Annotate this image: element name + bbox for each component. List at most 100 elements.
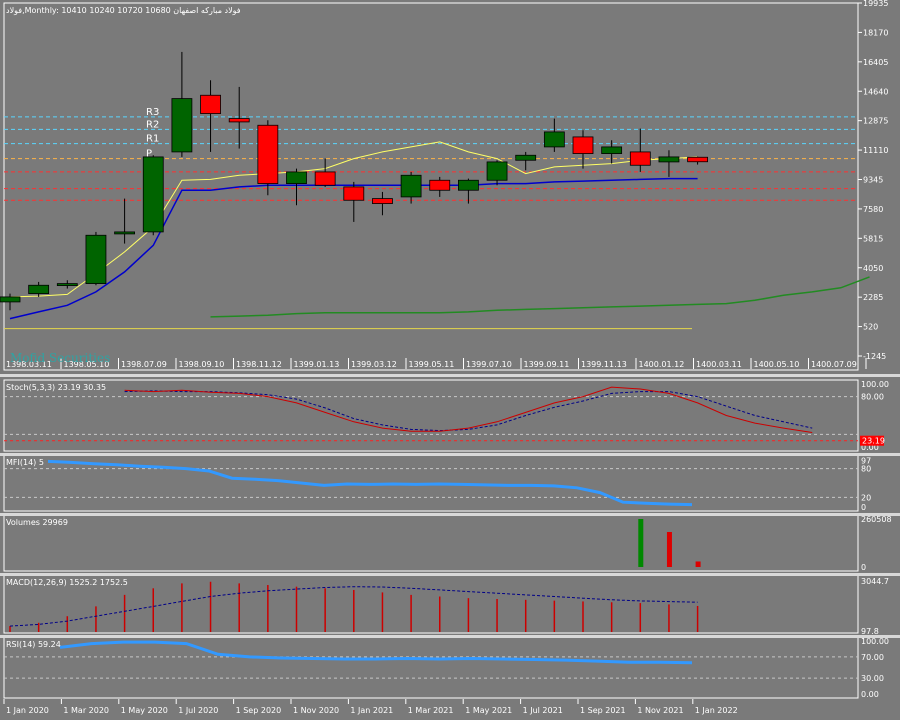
pane-vol	[3, 514, 859, 572]
y-tick-label: 2285	[863, 293, 883, 302]
bear-candle	[372, 198, 393, 204]
bull-candle	[114, 231, 135, 235]
chart-header: فولاد,Monthly: 10410 10240 10720 10680 ف…	[6, 6, 241, 15]
y-tick-label: 100.00	[861, 380, 889, 389]
y-tick-label: 4050	[863, 264, 883, 273]
volume-bar	[695, 561, 701, 567]
bottom-x-axis: 1 Jan 2020 1 Mar 2020 1 May 2020 1 Jul 2020…	[3, 699, 738, 715]
bear-candle	[200, 94, 221, 114]
bull-candle	[658, 156, 680, 163]
y-tick-label: 520	[863, 323, 878, 332]
bull-candle	[142, 156, 164, 233]
bear-candle	[429, 179, 451, 191]
y-tick-label: 20	[861, 493, 871, 502]
y-tick-label: 14640	[863, 87, 888, 96]
bull-candle	[0, 296, 21, 303]
y-tick-label: 9345	[863, 176, 883, 185]
y-tick-label: 260508	[861, 515, 892, 524]
pane-separator	[0, 453, 900, 456]
x-tick-label-bottom: 1 Jan 2021	[350, 706, 393, 715]
x-tick-label-top: 1399.03.12	[351, 360, 397, 369]
y-tick-label: 5815	[863, 234, 883, 243]
y-tick-label: 7580	[863, 205, 883, 214]
y-tick-label: 97.8	[861, 627, 879, 636]
x-tick-label-top: 1400.03.11	[696, 360, 742, 369]
mfi-title: MFI(14) 5	[6, 458, 44, 467]
x-tick-label-bottom: 1 Nov 2021	[637, 706, 683, 715]
bull-candle	[28, 284, 50, 294]
y-tick-label: 100.00	[861, 637, 889, 646]
pane-separator	[0, 635, 900, 638]
x-tick-label-bottom: 1 Jan 2022	[695, 706, 738, 715]
bull-candle	[56, 283, 78, 286]
x-tick-label-bottom: 1 Mar 2020	[63, 706, 109, 715]
bear-candle	[314, 171, 336, 186]
x-tick-label-top: 1400.07.09	[811, 360, 857, 369]
pivot-label-r3: R3	[146, 107, 159, 118]
x-tick-label-bottom: 1 Sep 2020	[236, 706, 282, 715]
y-tick-label: 11110	[863, 146, 888, 155]
y-tick-label: 70.00	[861, 653, 884, 662]
y-tick-label: 0	[861, 503, 866, 512]
x-tick-label-top: 1398.09.10	[179, 360, 225, 369]
pane-separator	[0, 374, 900, 377]
volume-bar	[666, 531, 672, 567]
x-tick-label-bottom: 1 Jul 2020	[178, 706, 218, 715]
y-tick-label: 12875	[863, 117, 888, 126]
y-tick-label: 3044.7	[861, 577, 889, 586]
x-tick-label-bottom: 1 Sep 2021	[580, 706, 626, 715]
pivot-label-r1: R1	[146, 134, 159, 145]
x-tick-label-bottom: 1 Jul 2021	[523, 706, 563, 715]
x-tick-label-top: 1398.11.12	[236, 360, 282, 369]
x-tick-label-top: 1399.11.13	[581, 360, 627, 369]
watermark-text: Mofid Securities	[10, 351, 110, 365]
x-tick-label-bottom: 1 May 2020	[121, 706, 168, 715]
bull-candle	[601, 146, 623, 154]
stoch-value-label: 23.19	[862, 437, 885, 446]
x-tick-label-bottom: 1 Nov 2020	[293, 706, 339, 715]
y-tick-label: 19935	[863, 0, 888, 8]
bull-candle	[543, 131, 565, 148]
volume-bar	[638, 519, 644, 567]
bear-candle	[343, 186, 365, 201]
x-tick-label-bottom: 1 Mar 2021	[408, 706, 454, 715]
x-tick-label-top: 1400.05.10	[754, 360, 800, 369]
bull-candle	[515, 154, 537, 161]
bull-candle	[457, 179, 479, 191]
bear-candle	[687, 156, 708, 163]
trading-chart: فولاد,Monthly: 10410 10240 10720 10680 ف…	[0, 0, 900, 715]
x-tick-label-top: 1398.07.09	[121, 360, 167, 369]
x-tick-label-bottom: 1 Jan 2020	[6, 706, 49, 715]
y-tick-label: 80.00	[861, 393, 884, 402]
pane-separator	[0, 573, 900, 576]
bear-candle	[228, 118, 250, 123]
pane-rsi	[3, 636, 859, 699]
y-tick-label: 16405	[863, 58, 888, 67]
x-tick-label-top: 1399.07.10	[466, 360, 512, 369]
bull-candle	[400, 174, 422, 198]
rsi-title: RSI(14) 59.24	[6, 640, 61, 649]
pane-separator	[0, 513, 900, 516]
x-tick-label-top: 1399.09.11	[524, 360, 570, 369]
pivot-label-r2: R2	[146, 119, 159, 130]
x-tick-label-top: 1399.01.13	[294, 360, 340, 369]
x-tick-label-top: 1400.01.12	[639, 360, 685, 369]
y-tick-label: 18170	[863, 28, 888, 37]
y-tick-label: 30.00	[861, 674, 884, 683]
bull-candle	[85, 234, 107, 284]
bull-candle	[286, 171, 307, 184]
bear-candle	[257, 124, 279, 184]
bull-candle	[171, 98, 193, 153]
bull-candle	[486, 161, 508, 181]
y-tick-label: 0.00	[861, 690, 879, 699]
pane-macd	[3, 574, 859, 634]
bear-candle	[629, 151, 651, 166]
y-tick-label: 80	[861, 465, 871, 474]
macd-title: MACD(12,26,9) 1525.2 1752.5	[6, 578, 128, 587]
y-tick-label: 0	[861, 563, 866, 572]
stoch-title: Stoch(5,3,3) 23.19 30.35	[6, 383, 106, 392]
x-tick-label-bottom: 1 May 2021	[465, 706, 512, 715]
volume-title: Volumes 29969	[6, 518, 68, 527]
x-tick-label-top: 1399.05.11	[409, 360, 455, 369]
bear-candle	[572, 136, 594, 154]
